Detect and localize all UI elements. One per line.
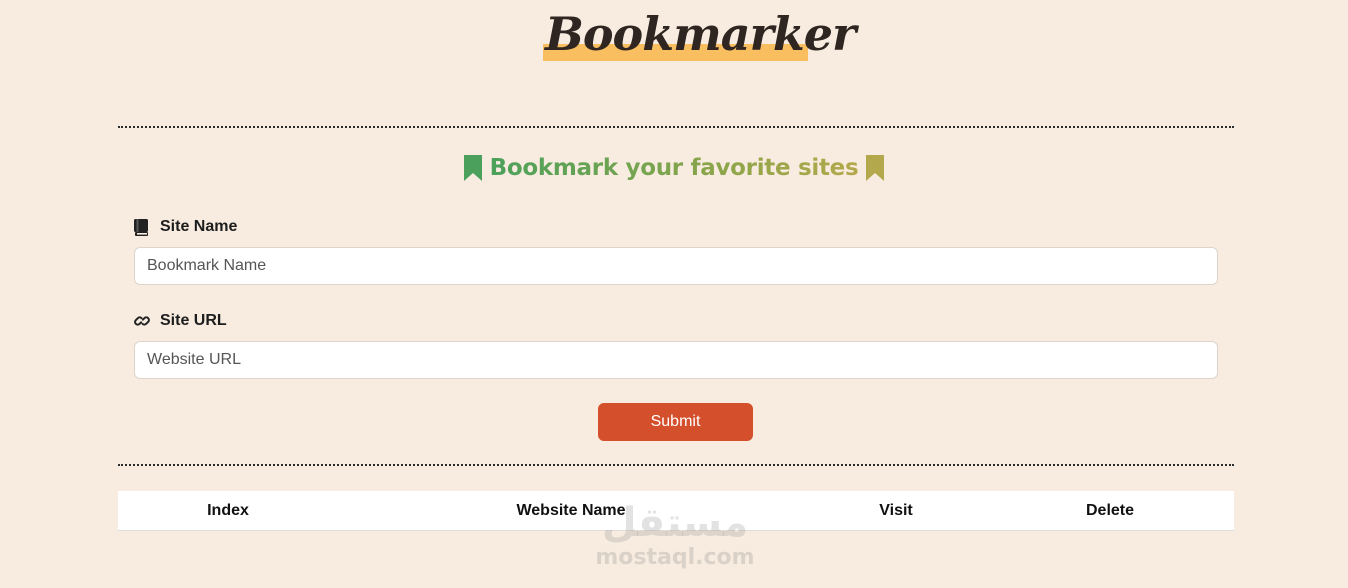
bookmarker-page: Bookmarker Bookmark your favorite sites … [0, 0, 1348, 588]
site-name-label: Site Name [134, 217, 237, 237]
heading-text: Bookmark your favorite sites [489, 155, 859, 181]
bookmarks-table-header: Index Website Name Visit Delete [118, 491, 1234, 531]
column-header-index: Index [207, 502, 249, 519]
bookmark-icon [463, 155, 482, 181]
bookmark-icon [866, 155, 885, 181]
logo-text: Bookmarker [545, 7, 856, 61]
submit-button[interactable]: Submit [598, 403, 753, 441]
book-icon [134, 218, 150, 236]
column-header-visit: Visit [879, 502, 913, 519]
site-url-input[interactable] [134, 341, 1218, 379]
logo: Bookmarker [543, 4, 856, 62]
site-url-label-text: Site URL [160, 312, 227, 329]
column-header-website-name: Website Name [516, 502, 626, 519]
site-name-input[interactable] [134, 247, 1218, 285]
link-icon [134, 312, 150, 330]
bottom-divider [118, 464, 1234, 466]
section-heading: Bookmark your favorite sites [0, 150, 1348, 186]
watermark-latin: mostaql.com [595, 545, 755, 570]
top-divider [118, 126, 1234, 128]
site-name-label-text: Site Name [160, 218, 238, 235]
site-url-label: Site URL [134, 311, 227, 331]
column-header-delete: Delete [1085, 502, 1135, 519]
